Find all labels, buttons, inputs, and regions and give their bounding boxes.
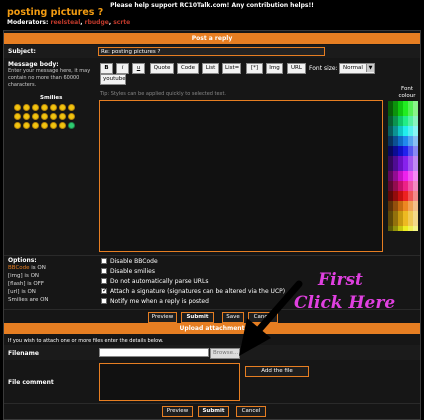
smiley-icon[interactable] — [59, 122, 66, 129]
smiley-icon[interactable] — [23, 104, 30, 111]
youtube-button[interactable]: youtube — [100, 74, 126, 85]
quote-button[interactable]: Quote — [150, 63, 174, 74]
preview-button[interactable]: Preview — [148, 312, 177, 323]
filename-label: Filename — [8, 350, 39, 357]
status-bbcode: BBCode is ON — [8, 264, 49, 272]
notify-reply-checkbox[interactable] — [101, 298, 107, 304]
moderators-label: Moderators: — [7, 19, 49, 26]
smiley-icon[interactable] — [41, 113, 48, 120]
tip-text: Tip: Styles can be applied quickly to se… — [100, 91, 227, 97]
smiley-icon[interactable] — [50, 122, 57, 129]
smiley-icon[interactable] — [68, 104, 75, 111]
smilies-label: Smilies — [40, 95, 63, 101]
font-colour-palette[interactable] — [388, 101, 418, 231]
smiley-icon[interactable] — [50, 104, 57, 111]
status-value: is OFF — [27, 281, 45, 287]
font-size-select[interactable]: Normal ▼ — [339, 63, 375, 74]
smiley-icon[interactable] — [32, 113, 39, 120]
font-size-label: Font size: — [309, 65, 338, 72]
status-img: [img] is ON — [8, 272, 49, 280]
status-value: is ON — [24, 273, 40, 279]
smiley-icon[interactable] — [14, 122, 21, 129]
message-help-text: Enter your message here, it may contain … — [8, 68, 91, 88]
smiley-icon[interactable] — [59, 104, 66, 111]
smiley-icon[interactable] — [14, 113, 21, 120]
upload-help-text: If you wish to attach one or more files … — [8, 338, 164, 344]
smiley-icon[interactable] — [59, 113, 66, 120]
underline-button[interactable]: u — [132, 63, 145, 74]
status-name[interactable]: BBCode — [8, 265, 30, 271]
list-item-button[interactable]: [*] — [246, 63, 263, 74]
subject-label: Subject: — [8, 48, 36, 55]
message-body-label: Message body: — [8, 61, 59, 68]
smiley-icon[interactable] — [14, 104, 21, 111]
no-parse-urls-label: Do not automatically parse URLs — [110, 278, 209, 285]
divider — [4, 309, 420, 310]
smiley-icon[interactable] — [41, 122, 48, 129]
moderator-link[interactable]: reelsteal — [50, 19, 80, 26]
file-comment-textarea[interactable] — [99, 363, 240, 401]
status-name: [flash] — [8, 281, 26, 287]
smiley-icon[interactable] — [50, 113, 57, 120]
status-name: [url] — [8, 289, 20, 295]
annotation-first: First — [318, 270, 363, 290]
status-name: [img] — [8, 273, 23, 279]
moderator-link[interactable]: scrte — [113, 19, 130, 26]
bold-button[interactable]: B — [100, 63, 113, 74]
options-label: Options: — [8, 257, 37, 264]
font-colour-label: Font colour — [398, 86, 416, 99]
colour-swatch[interactable] — [413, 226, 418, 231]
add-file-button[interactable]: Add the file — [245, 366, 309, 377]
divider — [4, 255, 420, 256]
annotation-click-here: Click Here — [294, 293, 396, 313]
subject-input[interactable]: Re: posting pictures ? — [98, 47, 325, 56]
font-size-value: Normal — [343, 65, 363, 71]
disable-bbcode-checkbox[interactable] — [101, 258, 107, 264]
submit-button-bottom[interactable]: Submit — [198, 406, 229, 417]
status-flash: [flash] is OFF — [8, 280, 49, 288]
status-value: are ON — [29, 297, 49, 303]
attach-signature-checkbox[interactable] — [101, 286, 108, 294]
filename-input[interactable] — [99, 348, 209, 357]
status-value: is ON — [21, 289, 36, 295]
smiley-icon[interactable] — [23, 122, 30, 129]
moderators-line: Moderators: reelsteal, rbudge, scrte — [7, 19, 131, 26]
smiley-icon[interactable] — [23, 113, 30, 120]
smiley-icon[interactable] — [32, 122, 39, 129]
disable-smilies-label: Disable smilies — [110, 268, 155, 275]
status-name: Smilies — [8, 297, 28, 303]
preview-button-bottom[interactable]: Preview — [162, 406, 193, 417]
post-reply-header: Post a reply — [4, 33, 420, 44]
smiley-icon[interactable] — [41, 104, 48, 111]
chevron-down-icon: ▼ — [366, 64, 374, 72]
status-smilies: Smilies are ON — [8, 296, 49, 304]
code-button[interactable]: Code — [177, 63, 199, 74]
smiley-icon[interactable] — [32, 104, 39, 111]
notify-reply-label: Notify me when a reply is posted — [110, 298, 209, 305]
divider — [4, 403, 420, 404]
message-textarea[interactable] — [99, 100, 383, 252]
upload-attachment-header: Upload attachment — [4, 323, 420, 334]
list-ordered-button[interactable]: List= — [222, 63, 241, 74]
img-button[interactable]: Img — [266, 63, 283, 74]
status-url: [url] is ON — [8, 288, 49, 296]
smiley-icon[interactable] — [68, 122, 75, 129]
topic-title[interactable]: posting pictures ? — [7, 7, 103, 18]
italic-button[interactable]: i — [116, 63, 129, 74]
cancel-button-bottom[interactable]: Cancel — [236, 406, 266, 417]
list-button[interactable]: List — [202, 63, 219, 74]
status-value: is ON — [31, 265, 46, 271]
arrow-annotation-icon — [239, 280, 303, 356]
smilies-panel — [14, 104, 84, 136]
smiley-icon[interactable] — [68, 113, 75, 120]
submit-button[interactable]: Submit — [181, 312, 214, 323]
disable-bbcode-label: Disable BBCode — [110, 258, 158, 265]
moderator-link[interactable]: rbudge — [85, 19, 109, 26]
file-comment-label: File comment — [8, 379, 54, 386]
options-status-list: BBCode is ON [img] is ON [flash] is OFF … — [8, 264, 49, 304]
disable-smilies-checkbox[interactable] — [101, 268, 107, 274]
url-button[interactable]: URL — [287, 63, 306, 74]
no-parse-urls-checkbox[interactable] — [101, 278, 107, 284]
